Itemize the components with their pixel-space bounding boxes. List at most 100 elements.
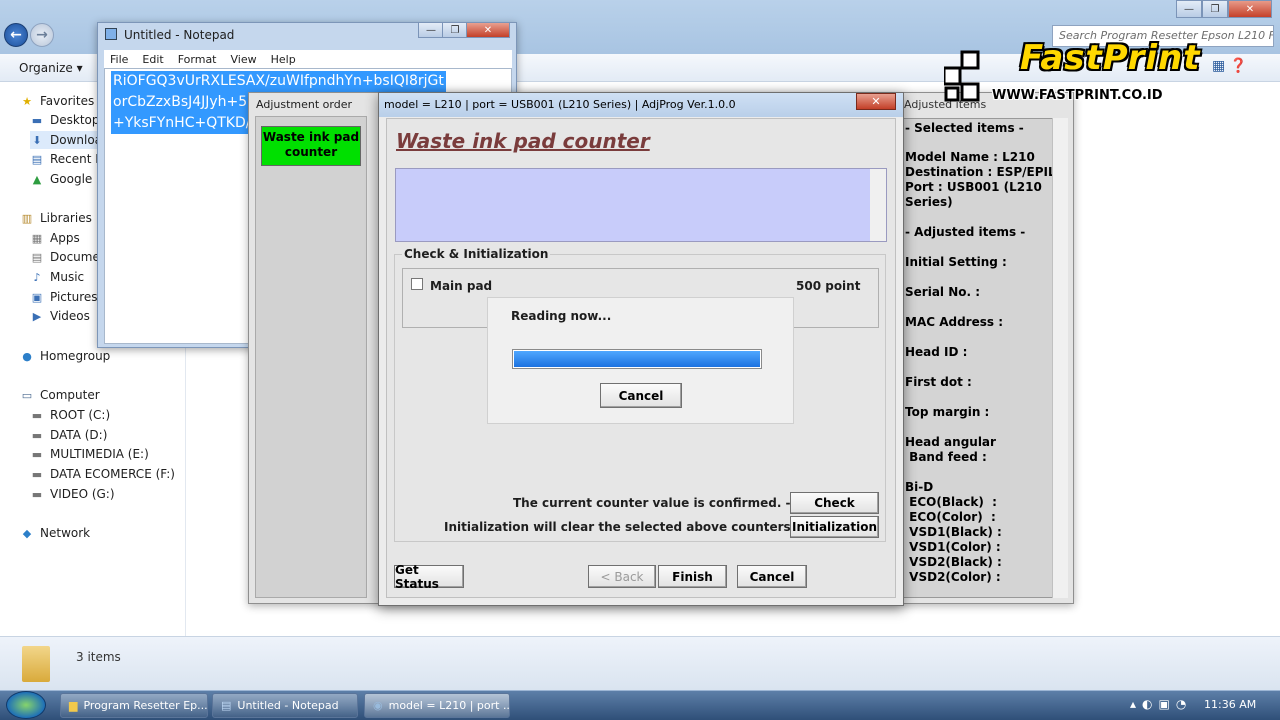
nav-drive-e[interactable]: ▬ MULTIMEDIA (E:) [30, 445, 149, 463]
menu-file[interactable]: File [110, 53, 128, 66]
adjprog-icon: ◉ [373, 699, 383, 712]
finish-button[interactable]: Finish [658, 565, 727, 588]
maximize-button[interactable]: ❐ [1202, 0, 1228, 18]
notepad-maximize-button[interactable]: ❐ [442, 22, 468, 38]
nav-desktop[interactable]: ▬ Desktop [30, 111, 100, 129]
port: Port : USB001 (L210 Series) [905, 180, 1042, 209]
minimize-button[interactable]: — [1176, 0, 1202, 18]
menu-edit[interactable]: Edit [142, 53, 163, 66]
nav-music[interactable]: ♪ Music [30, 268, 84, 286]
notepad-icon [105, 28, 117, 40]
main-pad-checkbox[interactable] [411, 278, 423, 290]
nav-homegroup[interactable]: ● Homegroup [20, 347, 110, 365]
initialization-button[interactable]: Initialization [790, 516, 879, 538]
star-icon: ★ [22, 94, 32, 108]
start-button[interactable] [6, 691, 46, 719]
nav-google-drive[interactable]: ▲ Google D [30, 170, 106, 188]
forward-icon[interactable]: → [30, 23, 54, 47]
cancel-button[interactable]: Cancel [737, 565, 807, 588]
nav-libraries[interactable]: ▥ Libraries [20, 209, 92, 227]
nav-label: Downloa [50, 133, 103, 147]
initial-setting: Initial Setting : [905, 255, 1007, 269]
notepad-close-button[interactable]: ✕ [466, 22, 510, 38]
check-button[interactable]: Check [790, 492, 879, 514]
first-dot: First dot : [905, 375, 972, 389]
computer-icon: ▭ [21, 388, 33, 402]
close-button[interactable]: ✕ [1228, 0, 1272, 18]
dialog-close-button[interactable]: ✕ [856, 93, 896, 110]
back-button[interactable]: < Back [588, 565, 656, 588]
nav-favorites[interactable]: ★ Favorites [20, 92, 94, 110]
menu-help[interactable]: Help [271, 53, 296, 66]
nav-label: VIDEO (G:) [50, 487, 115, 501]
adjustment-order-header: Adjustment order [256, 98, 352, 111]
reading-cancel-button[interactable]: Cancel [600, 383, 682, 408]
nav-network[interactable]: ◆ Network [20, 524, 90, 542]
progress-fill [514, 351, 760, 367]
mac-address: MAC Address : [905, 315, 1003, 329]
notepad-minimize-button[interactable]: — [418, 22, 444, 38]
adjusted-items-heading: - Adjusted items - [905, 225, 1026, 239]
folder-icon [22, 646, 50, 682]
text-line: orCbZzxBsJ4JJyh+5 [111, 92, 250, 113]
taskbar-item-notepad[interactable]: ▤ Untitled - Notepad [212, 693, 358, 718]
nav-label: ROOT (C:) [50, 408, 111, 422]
nav-drive-g[interactable]: ▬ VIDEO (G:) [30, 485, 115, 503]
nav-label: MULTIMEDIA (E:) [50, 447, 149, 461]
network-icon: ◆ [22, 526, 32, 540]
nav-computer[interactable]: ▭ Computer [20, 386, 100, 404]
menu-view[interactable]: View [231, 53, 257, 66]
head-id: Head ID : [905, 345, 968, 359]
get-status-button[interactable]: Get Status [394, 563, 464, 591]
top-margin: Top margin : [905, 405, 990, 419]
recent-places-icon: ▤ [31, 152, 43, 166]
destination: Destination : ESP/EPIL [905, 165, 1056, 179]
nav-recent[interactable]: ▤ Recent Pl [30, 150, 106, 168]
message-area[interactable] [395, 168, 887, 242]
main-pad-label: Main pad [430, 279, 493, 293]
nav-label: Desktop [50, 113, 100, 127]
init-text: Initialization will clear the selected a… [444, 520, 820, 534]
nav-apps[interactable]: ▦ Apps [30, 229, 80, 247]
drive-icon: ▬ [31, 487, 43, 501]
nav-label: Videos [50, 309, 90, 323]
nav-pictures[interactable]: ▣ Pictures [30, 288, 98, 306]
task-label: model = L210 | port ... [388, 699, 510, 712]
text-line: +YksFYnHC+QTKD/ [111, 113, 253, 134]
details-pane [0, 636, 1280, 690]
nav-documents[interactable]: ▤ Documen [30, 248, 108, 266]
nav-label: Music [50, 270, 85, 284]
nav-videos[interactable]: ▶ Videos [30, 307, 90, 325]
bi-d-values: Bi-D ECO(Black) : ECO(Color) : VSD1(Blac… [905, 480, 1002, 584]
info-scrollbar[interactable] [1052, 118, 1068, 598]
selected-items-heading: - Selected items - [905, 121, 1024, 135]
system-tray-icons[interactable]: ▴◐▣◔ [1130, 697, 1192, 711]
waste-ink-pad-counter-item[interactable]: Waste ink pad counter [261, 126, 361, 166]
google-drive-icon: ▲ [32, 172, 42, 186]
taskbar-item-adjprog[interactable]: ◉ model = L210 | port ... [364, 693, 510, 718]
text-line: RiOFGQ3vUrRXLESAX/zuWIfpndhYn+bsIQI8rjGt [111, 71, 446, 92]
fastprint-url: WWW.FASTPRINT.CO.ID [992, 88, 1163, 103]
message-scrollbar[interactable] [870, 169, 886, 241]
taskbar-item-resetter[interactable]: ▆ Program Resetter Ep... [60, 693, 208, 718]
nav-label: Apps [50, 231, 80, 245]
fastprint-logo-icon [944, 50, 980, 102]
pictures-icon: ▣ [31, 290, 43, 304]
nav-drive-d[interactable]: ▬ DATA (D:) [30, 426, 108, 444]
folder-icon: ▆ [69, 699, 78, 712]
nav-label: Homegroup [40, 349, 111, 363]
page-title: Waste ink pad counter [396, 129, 650, 153]
back-icon[interactable]: ← [4, 23, 28, 47]
nav-drive-f[interactable]: ▬ DATA ECOMERCE (F:) [30, 465, 175, 483]
videos-icon: ▶ [32, 309, 42, 323]
nav-label: Pictures [50, 290, 98, 304]
clock[interactable]: 11:36 AM [1204, 698, 1256, 711]
menu-format[interactable]: Format [178, 53, 217, 66]
nav-label: Computer [40, 388, 100, 402]
notepad-title: Untitled - Notepad [124, 28, 235, 42]
homegroup-icon: ● [22, 349, 32, 363]
drive-icon: ▬ [31, 428, 43, 442]
organize-button[interactable]: Organize ▾ [19, 61, 83, 75]
nav-drive-c[interactable]: ▬ ROOT (C:) [30, 406, 110, 424]
help-icon[interactable]: ▦ ❓ [1212, 58, 1247, 74]
